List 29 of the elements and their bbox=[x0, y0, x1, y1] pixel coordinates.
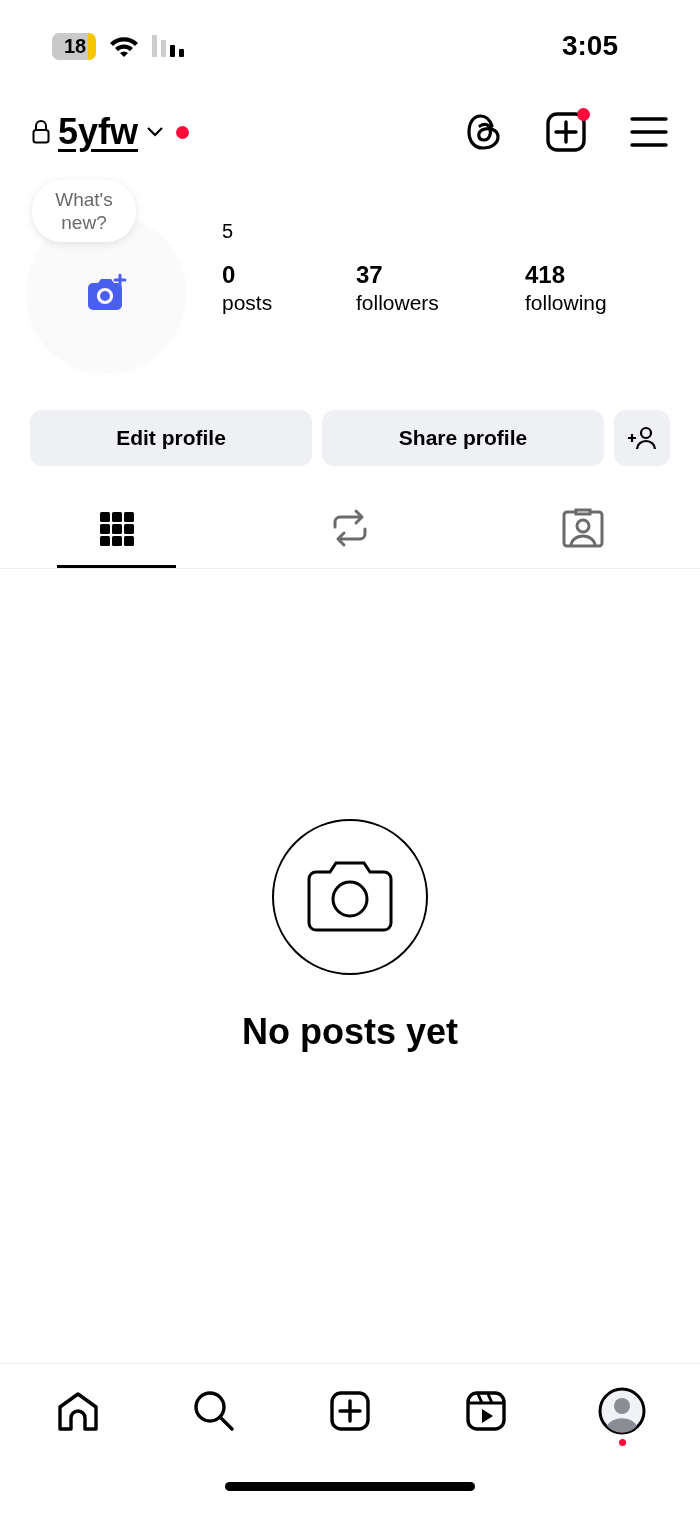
create-icon[interactable] bbox=[330, 1390, 370, 1431]
signal-icon bbox=[152, 35, 187, 57]
stat-label[interactable]: following bbox=[525, 291, 659, 315]
stat-label[interactable]: followers bbox=[356, 291, 525, 315]
stat-label[interactable]: posts bbox=[222, 291, 356, 315]
display-name: 5 bbox=[222, 220, 235, 243]
menu-icon[interactable] bbox=[630, 116, 668, 148]
stat-count[interactable]: 418 bbox=[525, 261, 659, 289]
empty-state-message: No posts yet bbox=[241, 1011, 458, 1053]
reels-icon[interactable] bbox=[466, 1390, 506, 1431]
battery-level: 18 bbox=[52, 32, 97, 60]
discover-people-button[interactable] bbox=[614, 410, 670, 466]
wifi-icon bbox=[108, 34, 141, 58]
profile-avatar-icon[interactable] bbox=[598, 1386, 646, 1435]
account-switcher[interactable]: 5yfw bbox=[58, 111, 139, 153]
stat-count[interactable]: 37 bbox=[356, 261, 525, 289]
stat-count[interactable]: 0 bbox=[222, 261, 356, 289]
clock-time: 3:05 bbox=[561, 30, 618, 62]
home-icon[interactable] bbox=[57, 1390, 99, 1431]
camera-icon bbox=[272, 819, 428, 975]
whats-new-tooltip[interactable]: What's new? bbox=[32, 180, 136, 242]
new-post-icon[interactable] bbox=[546, 112, 586, 152]
threads-icon[interactable] bbox=[466, 113, 502, 151]
search-icon[interactable] bbox=[193, 1389, 235, 1432]
chevron-down-icon bbox=[146, 126, 165, 138]
person-tag-icon bbox=[562, 507, 605, 548]
edit-profile-button[interactable]: Edit profile bbox=[30, 410, 312, 466]
add-person-icon bbox=[627, 426, 657, 450]
share-profile-button[interactable]: Share profile bbox=[322, 410, 604, 466]
